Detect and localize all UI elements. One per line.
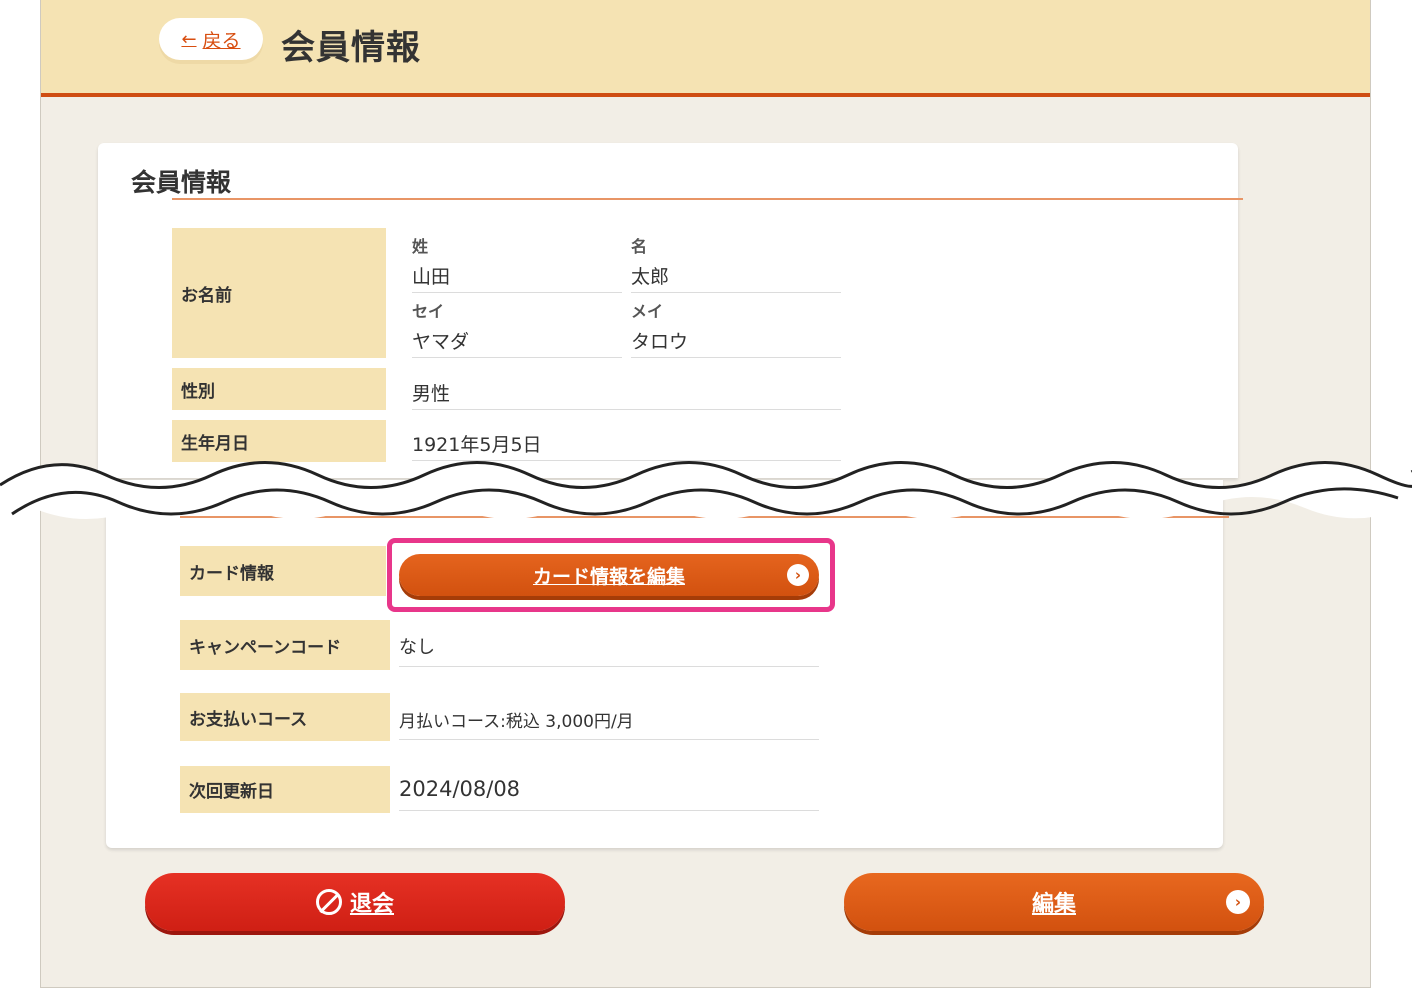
course-underline [399, 739, 819, 740]
first-name-label: 名 [631, 237, 648, 256]
campaign-underline [399, 666, 819, 667]
gender-underline [412, 409, 841, 410]
page-header: ← 戻る 会員情報 [41, 0, 1370, 97]
ban-icon [315, 889, 342, 915]
withdraw-button-label: 退会 [349, 892, 394, 917]
gender-label: 性別 [172, 368, 386, 410]
last-name-label: 姓 [412, 237, 429, 256]
first-name-value: 太郎 [631, 266, 670, 288]
edit-card-button-label: カード情報を編集 [532, 565, 685, 588]
chevron-right-icon: › [1226, 890, 1250, 914]
member-section-title: 会員情報 [131, 168, 232, 197]
last-name-kana-label: セイ [412, 302, 445, 321]
payment-course-value: 月払いコース:税込 3,000円/月 [399, 712, 634, 732]
back-button[interactable]: ← 戻る [159, 18, 263, 60]
edit-button[interactable]: 編集 › [844, 873, 1264, 931]
last-name-value: 山田 [412, 266, 451, 288]
arrow-left-icon: ← [181, 28, 197, 50]
last-name-kana-underline [412, 357, 622, 358]
renewal-date-label: 次回更新日 [180, 766, 390, 813]
last-name-kana-value: ヤマダ [412, 331, 470, 353]
campaign-code-label: キャンペーンコード [180, 620, 390, 670]
page-title: 会員情報 [281, 28, 421, 68]
back-button-label: 戻る [202, 29, 241, 52]
withdraw-button[interactable]: 退会 [145, 873, 565, 931]
edit-button-label: 編集 [1031, 892, 1076, 917]
card-info-label: カード情報 [180, 546, 386, 596]
campaign-code-value: なし [399, 637, 435, 658]
chevron-right-icon: › [787, 564, 809, 586]
renewal-date-value: 2024/08/08 [399, 777, 521, 801]
last-name-underline [412, 292, 622, 293]
renewal-underline [399, 810, 819, 811]
first-name-kana-value: タロウ [631, 331, 689, 353]
first-name-kana-underline [631, 357, 841, 358]
edit-card-button[interactable]: カード情報を編集 › [399, 554, 819, 596]
wavy-break-divider [0, 461, 1412, 519]
gender-value: 男性 [412, 383, 451, 405]
payment-course-label: お支払いコース [180, 693, 390, 741]
section-divider [172, 198, 1243, 200]
first-name-kana-label: メイ [631, 302, 664, 321]
name-label: お名前 [172, 228, 386, 358]
first-name-underline [631, 292, 841, 293]
